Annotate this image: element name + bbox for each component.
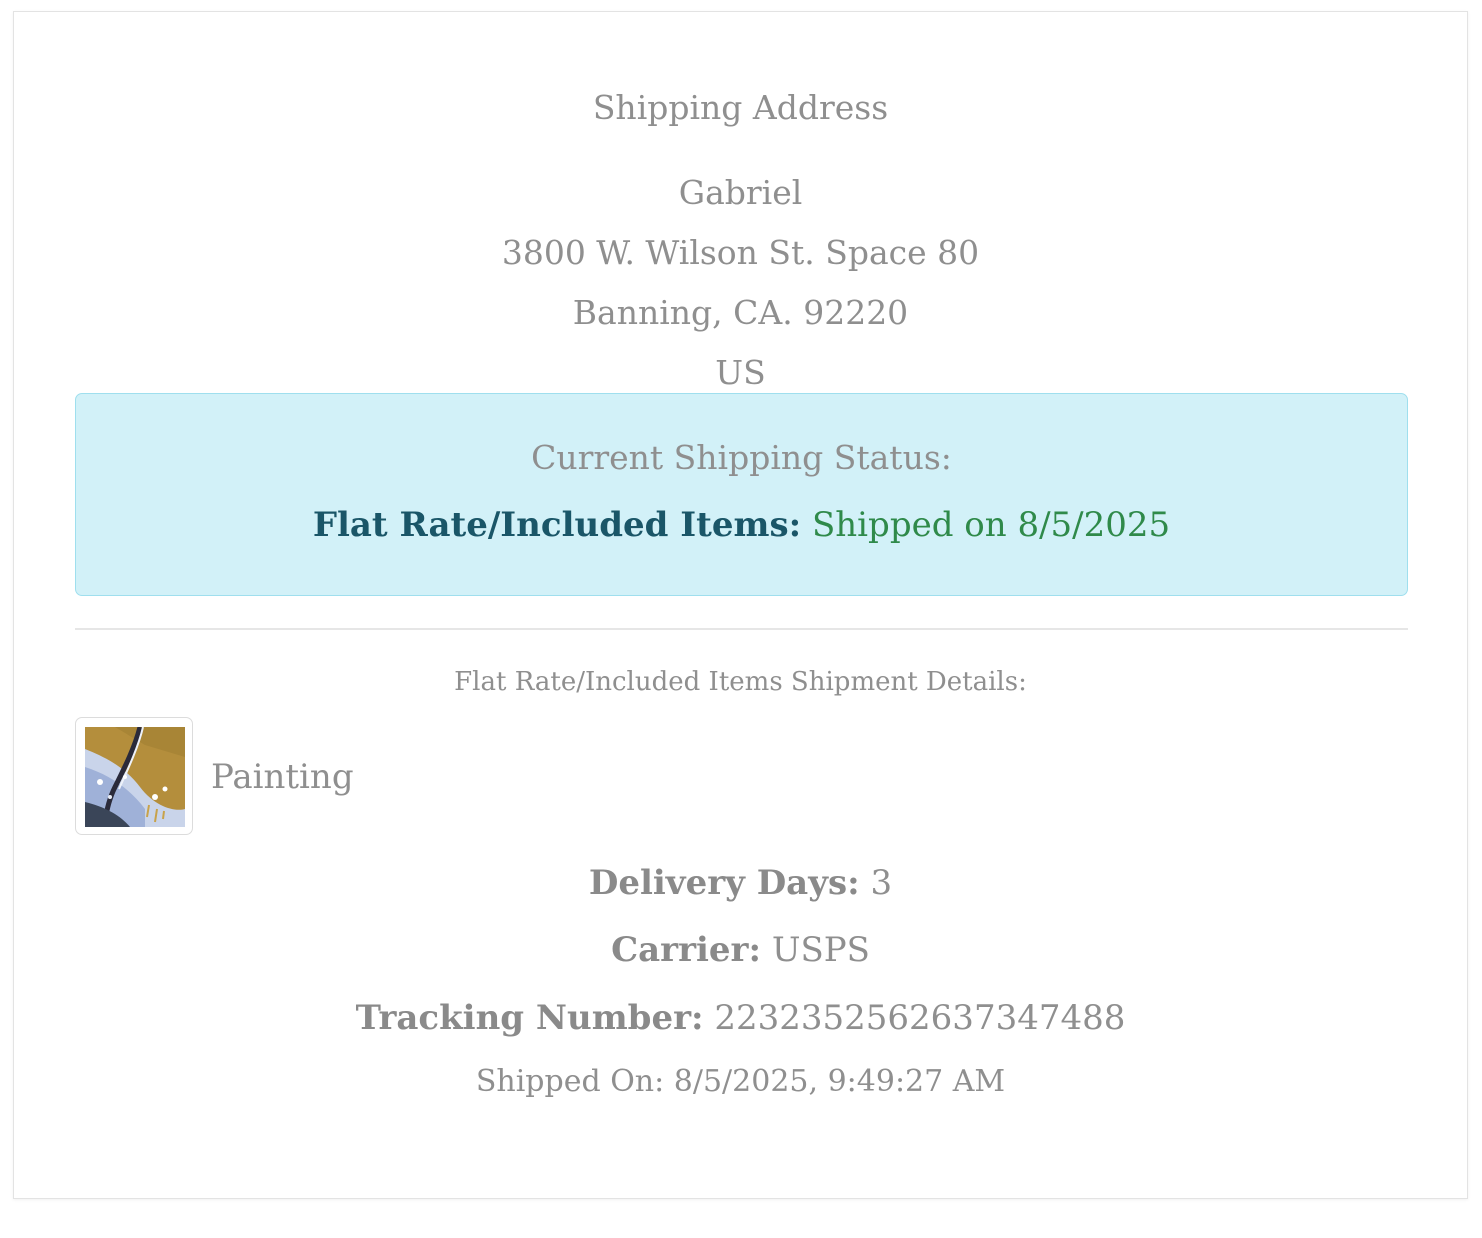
delivery-days-label: Delivery Days: <box>588 863 860 903</box>
country: US <box>715 353 766 392</box>
delivery-days: Delivery Days: 3 <box>14 861 1467 905</box>
shipped-on: Shipped On: 8/5/2025, 9:49:27 AM <box>475 1064 1006 1099</box>
status-value: Shipped on 8/5/2025 <box>811 505 1171 545</box>
shipping-status-box: Current Shipping Status: Flat Rate/Inclu… <box>75 393 1408 596</box>
shipment-card: Shipping Address Gabriel 3800 W. Wilson … <box>13 11 1468 1199</box>
item-name: Painting <box>211 757 354 797</box>
tracking-number-value[interactable]: 2232352562637347488 <box>714 998 1125 1038</box>
tracking-number-label: Tracking Number: <box>355 998 704 1038</box>
carrier: Carrier: USPS <box>14 928 1467 972</box>
painting-thumbnail-icon <box>85 727 185 827</box>
recipient-name: Gabriel <box>678 173 803 212</box>
shipment-details-heading: Flat Rate/Included Items Shipment Detail… <box>454 667 1027 697</box>
delivery-days-value: 3 <box>870 863 893 903</box>
carrier-label: Carrier: <box>611 930 761 970</box>
tracking-number: Tracking Number: 2232352562637347488 <box>14 996 1467 1040</box>
street-address: 3800 W. Wilson St. Space 80 <box>501 233 980 272</box>
section-divider <box>75 628 1408 630</box>
status-line: Flat Rate/Included Items: Shipped on 8/5… <box>76 502 1407 548</box>
status-label: Flat Rate/Included Items: <box>312 505 802 545</box>
city-state-zip: Banning, CA. 92220 <box>572 293 909 332</box>
shipping-address-title: Shipping Address <box>592 88 889 127</box>
status-heading: Current Shipping Status: <box>531 438 952 477</box>
carrier-value: USPS <box>771 930 870 970</box>
item-thumbnail[interactable] <box>75 717 193 835</box>
